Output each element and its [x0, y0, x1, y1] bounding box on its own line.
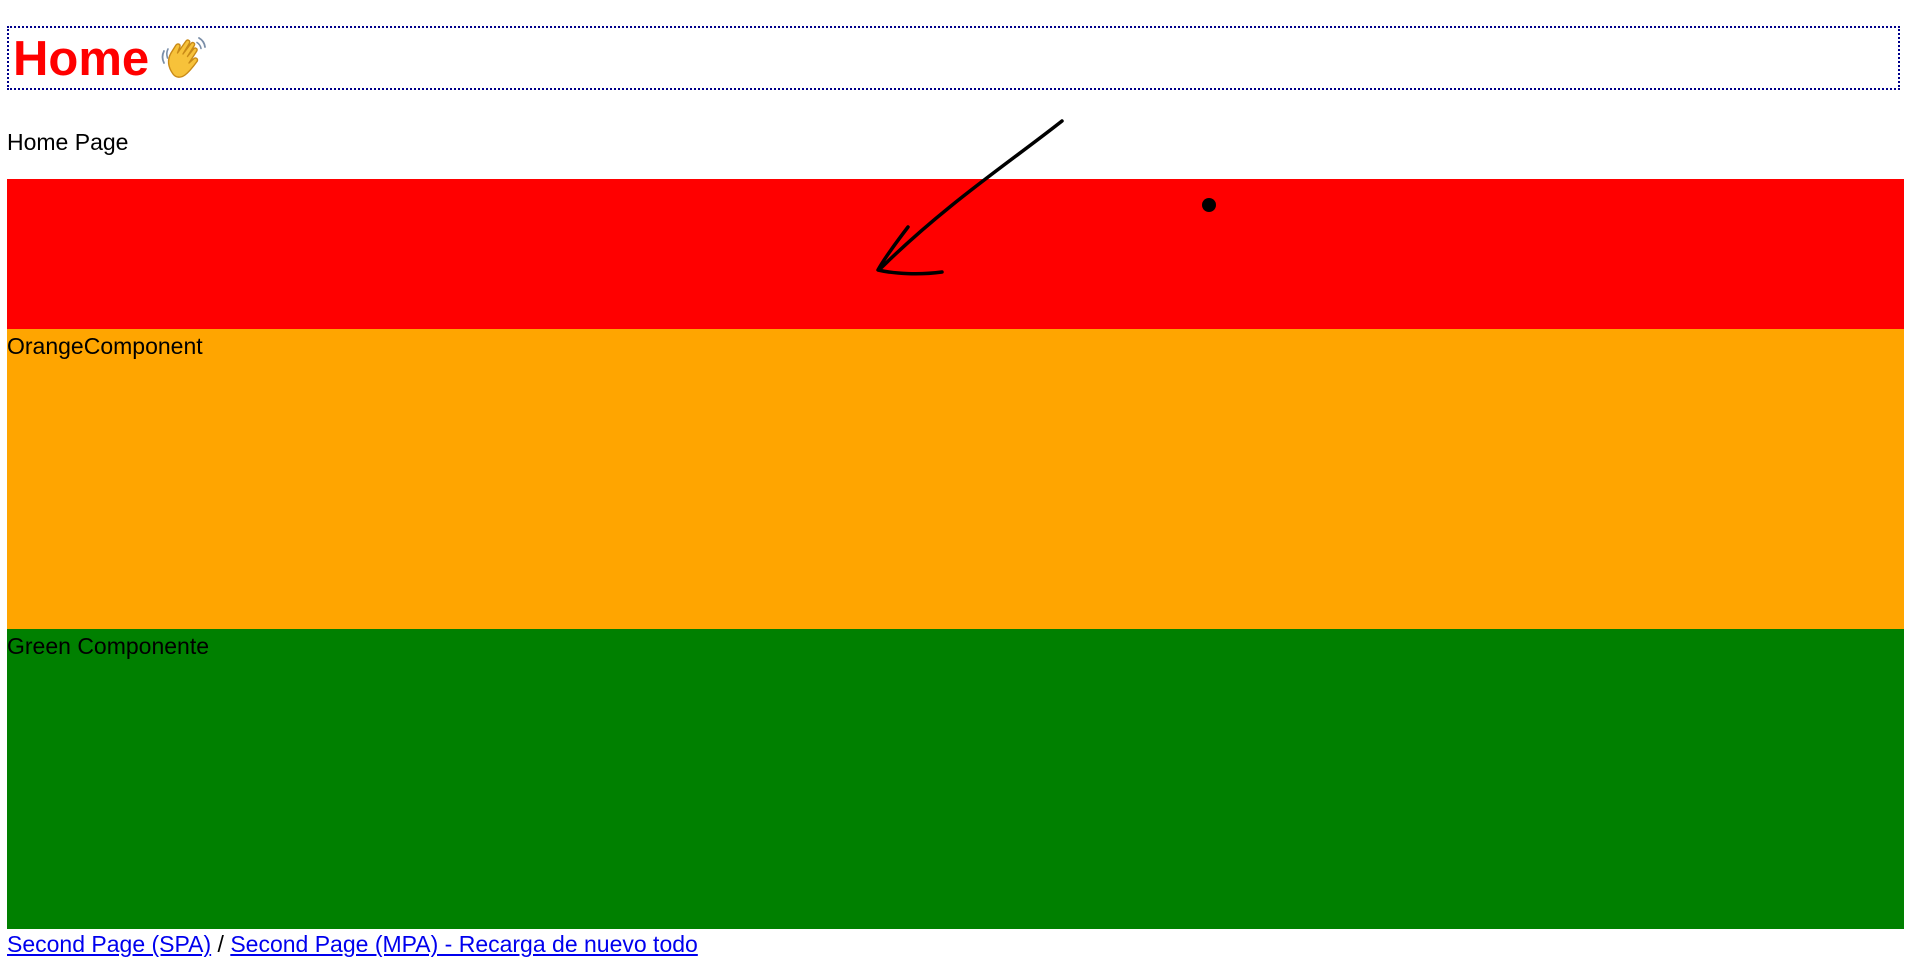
- green-component: Green Componente: [7, 629, 1904, 929]
- page-title: Home: [13, 32, 209, 86]
- red-component: [7, 179, 1904, 329]
- orange-component-label: OrangeComponent: [7, 333, 203, 359]
- link-separator: /: [217, 931, 224, 957]
- waving-hand-icon: [159, 34, 209, 84]
- orange-component: OrangeComponent: [7, 329, 1904, 629]
- second-page-mpa-link[interactable]: Second Page (MPA) - Recarga de nuevo tod…: [230, 931, 698, 957]
- page-links: Second Page (SPA) / Second Page (MPA) - …: [7, 929, 698, 959]
- home-page-text: Home Page: [7, 129, 129, 155]
- second-page-spa-link[interactable]: Second Page (SPA): [7, 931, 211, 957]
- green-component-label: Green Componente: [7, 633, 210, 659]
- page-title-text: Home: [13, 32, 150, 86]
- title-container: Home: [7, 26, 1900, 90]
